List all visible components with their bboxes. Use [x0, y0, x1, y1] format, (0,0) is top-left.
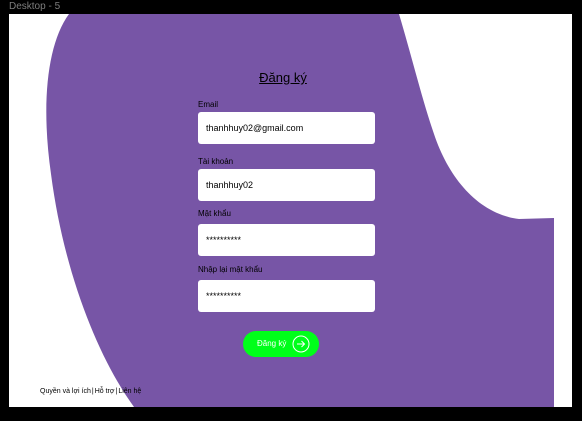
- register-button[interactable]: Đăng ký: [243, 331, 319, 357]
- register-button-label: Đăng ký: [257, 339, 287, 348]
- page-canvas: Đăng ký Email Tài khoản Mật khẩu Nhập lạ…: [9, 14, 572, 407]
- register-form: Đăng ký Email Tài khoản Mật khẩu Nhập lạ…: [9, 14, 572, 407]
- footer-link-contact[interactable]: Liên hệ: [118, 388, 141, 395]
- form-title: Đăng ký: [259, 70, 307, 85]
- footer-separator: |: [91, 388, 94, 395]
- password-label: Mật khẩu: [198, 209, 231, 218]
- email-field[interactable]: [198, 112, 375, 144]
- email-label: Email: [198, 100, 219, 109]
- footer-link-benefits[interactable]: Quyền và lợi ích: [40, 388, 91, 395]
- username-field[interactable]: [198, 169, 375, 201]
- arrow-right-circle-icon: [292, 335, 310, 353]
- footer-links: Quyền và lợi ích|Hỗ trợ|Liên hệ: [40, 387, 141, 397]
- username-label: Tài khoản: [198, 157, 234, 166]
- footer-link-support[interactable]: Hỗ trợ: [95, 388, 115, 395]
- confirm-password-field[interactable]: [198, 280, 375, 312]
- confirm-password-label: Nhập lại mật khẩu: [198, 265, 263, 274]
- password-field[interactable]: [198, 224, 375, 256]
- frame-label: Desktop - 5: [9, 1, 61, 12]
